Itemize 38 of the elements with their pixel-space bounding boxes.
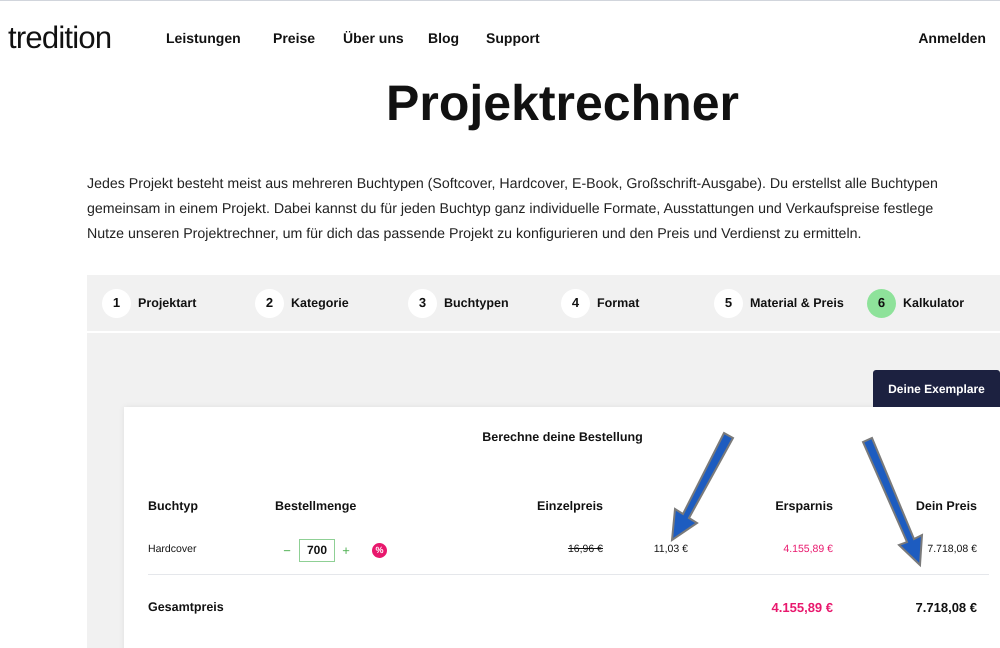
nav-link[interactable]: Blog xyxy=(428,28,486,49)
copies-button[interactable]: Deine Exemplare xyxy=(873,370,1000,407)
table-cell-text: 7.718,08 € xyxy=(926,542,977,558)
table-cell-text: 16,96 € xyxy=(566,542,603,558)
column-header: Buchtyp xyxy=(148,498,199,516)
step-number[interactable]: 6 xyxy=(867,288,896,318)
quantity-field[interactable]: 700 xyxy=(299,538,335,562)
nav-link[interactable]: Leistungen xyxy=(166,28,273,49)
step-label[interactable]: Material & Preis xyxy=(750,294,844,312)
page-title: Projektrechner xyxy=(385,78,740,128)
table-cell-text: Hardcover xyxy=(148,542,198,558)
total-label: Gesamtpreis xyxy=(148,599,225,616)
table-cell-text: 4.155,89 € xyxy=(782,542,833,558)
step-label[interactable]: Kategorie xyxy=(291,294,349,312)
discount-badge[interactable]: % xyxy=(372,542,387,558)
intro-paragraph: Jedes Projekt besteht meist aus mehreren Buchtypen (Softcover, Hardcover, E-Book, Großschrift-Ausgabe). Du erstellst alle Buchtypen gemeinsam in einem Projekt. Dabei kannst du für jeden Buchtyp ganz individuelle Formate, Ausstattungen und Verkaufspreise festlege Nutze unseren Projektrechner, um für dich das passende Projekt zu konfigurieren und den Preis und Verdienst zu ermitteln. xyxy=(87,175,939,244)
step-label[interactable]: Format xyxy=(597,294,640,312)
step-number[interactable]: 4 xyxy=(561,288,590,318)
total-price: 7.718,08 € xyxy=(914,599,977,617)
nav-link[interactable]: Über uns xyxy=(343,28,428,49)
step-number[interactable]: 5 xyxy=(714,288,743,318)
login-link[interactable]: Anmelden xyxy=(918,28,986,49)
step-number[interactable]: 2 xyxy=(255,288,284,318)
step-label[interactable]: Buchtypen xyxy=(444,294,509,312)
nav-link[interactable]: Support xyxy=(486,28,556,49)
total-savings: 4.155,89 € xyxy=(770,599,833,617)
step-label[interactable]: Projektart xyxy=(138,294,196,312)
logo[interactable]: tredition xyxy=(8,15,158,62)
nav-link[interactable]: Preise xyxy=(273,28,343,49)
step-number[interactable]: 3 xyxy=(408,288,437,318)
column-header: Ersparnis xyxy=(774,498,833,516)
column-header: Bestellmenge xyxy=(275,498,358,516)
calculator-title: Berechne deine Bestellung xyxy=(481,429,644,446)
step-label[interactable]: Kalkulator xyxy=(903,294,964,312)
column-header: Dein Preis xyxy=(914,498,977,516)
step-number[interactable]: 1 xyxy=(102,288,131,318)
table-cell-text: 11,03 € xyxy=(652,542,688,558)
column-header: Einzelpreis xyxy=(536,498,603,516)
